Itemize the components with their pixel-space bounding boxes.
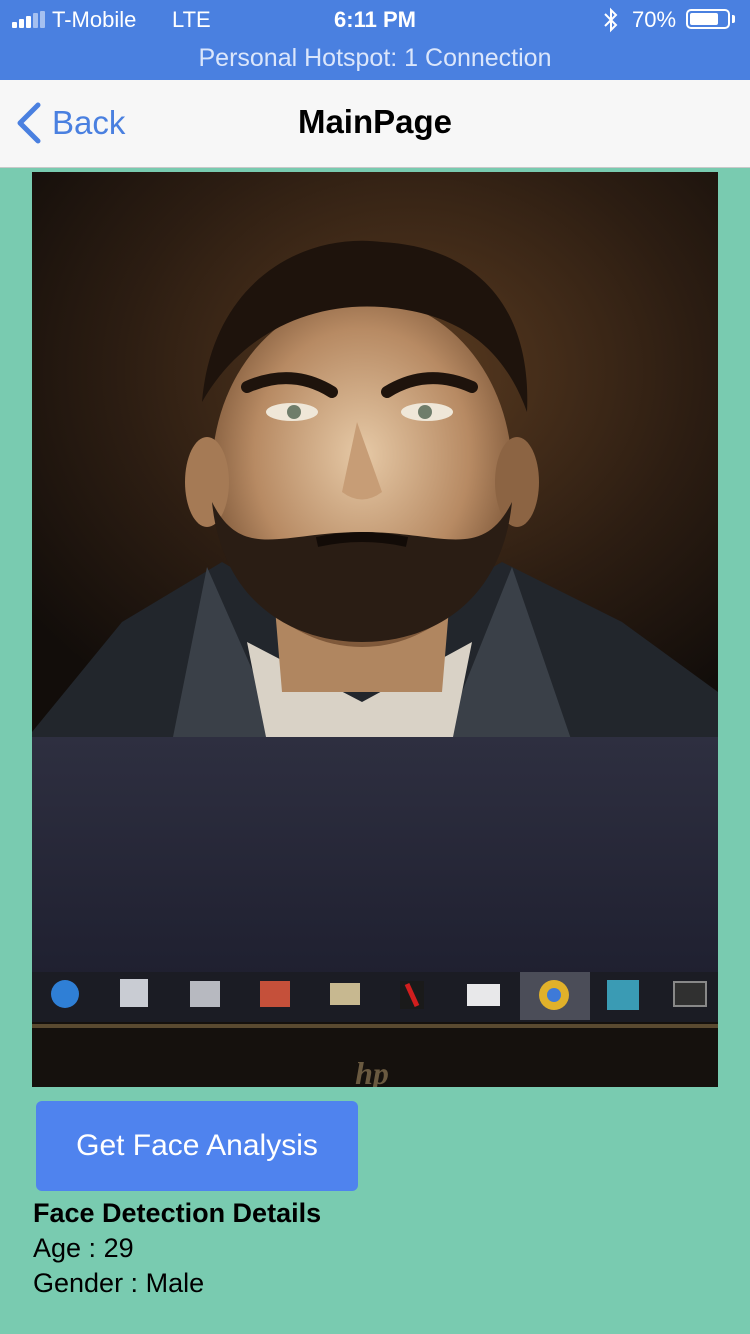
age-label: Age : [33, 1233, 97, 1263]
gender-value: Male [145, 1268, 205, 1298]
hotspot-banner[interactable]: Personal Hotspot: 1 Connection [0, 44, 750, 73]
battery-icon [686, 9, 730, 29]
page-title: MainPage [297, 103, 453, 140]
status-bar: T-Mobile LTE 6:11 PM 70% Personal Hotspo… [0, 0, 750, 80]
navigation-bar: Back MainPage [0, 80, 750, 168]
battery-cap [732, 15, 735, 23]
age-row: Age : 29 [33, 1233, 134, 1264]
age-value: 29 [103, 1233, 134, 1263]
gender-row: Gender : Male [33, 1268, 204, 1299]
get-face-analysis-button[interactable]: Get Face Analysis [36, 1101, 358, 1191]
photo-illustration: hp [32, 172, 718, 1087]
battery-percent: 70% [632, 7, 677, 32]
face-photo: hp [32, 172, 718, 1087]
laptop-logo: hp [355, 1055, 389, 1087]
details-heading: Face Detection Details [33, 1198, 322, 1228]
status-row: T-Mobile LTE 6:11 PM 70% [0, 0, 750, 40]
bluetooth-icon [604, 7, 618, 33]
gender-label: Gender : [33, 1268, 139, 1298]
